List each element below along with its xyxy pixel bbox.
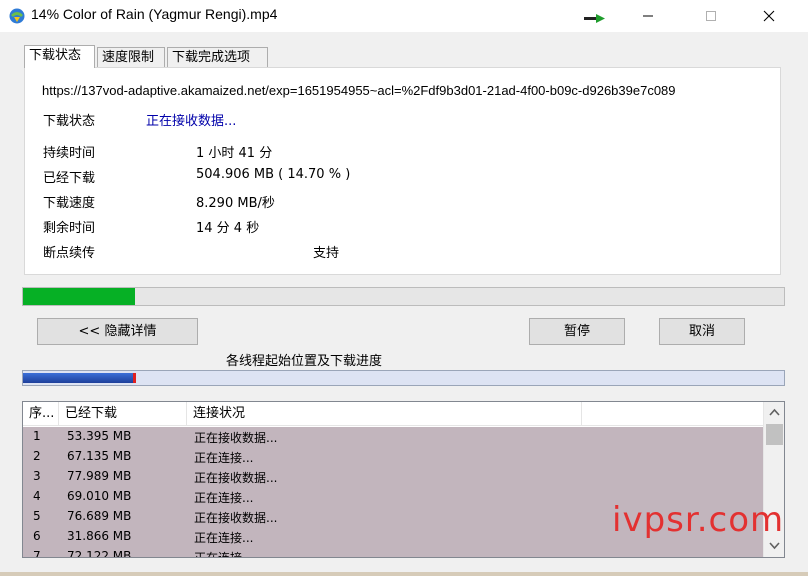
bottom-edge — [0, 572, 808, 576]
speed-value: 8.290 MB/秒 — [196, 196, 275, 211]
download-window: 14% Color of Rain (Yagmur Rengi).mp4 下载状… — [0, 0, 808, 576]
list-item[interactable]: 7 72.122 MB 正在连接... — [23, 547, 763, 558]
duration-label: 持续时间 — [43, 146, 96, 161]
app-icon — [9, 8, 25, 24]
maximize-icon — [706, 11, 716, 21]
minimize-button[interactable] — [625, 0, 671, 32]
resume-label: 断点续传 — [43, 246, 96, 261]
cell-status: 正在连接... — [194, 531, 254, 545]
cell-downloaded: 72.122 MB — [67, 549, 132, 558]
maximize-button[interactable] — [688, 0, 734, 32]
cell-status: 正在连接... — [194, 451, 254, 465]
window-title: 14% Color of Rain (Yagmur Rengi).mp4 — [31, 6, 278, 22]
downloaded-value: 504.906 MB ( 14.70 % ) — [196, 167, 351, 182]
cell-index: 7 — [33, 549, 41, 558]
resume-value: 支持 — [313, 246, 340, 261]
cell-downloaded: 67.135 MB — [67, 449, 132, 463]
scroll-up-icon[interactable] — [769, 408, 780, 416]
tab-speed-limit[interactable]: 速度限制 — [97, 47, 165, 68]
hide-details-button[interactable]: << 隐藏详情 — [37, 318, 198, 345]
list-item[interactable]: 3 77.989 MB 正在接收数据... — [23, 467, 763, 487]
cell-index: 4 — [33, 489, 41, 503]
close-icon — [763, 10, 775, 22]
status-arrow-icon — [584, 14, 605, 23]
speed-label: 下载速度 — [43, 196, 96, 211]
duration-value: 1 小时 41 分 — [196, 146, 273, 161]
list-item[interactable]: 1 53.395 MB 正在接收数据... — [23, 427, 763, 447]
cell-index: 6 — [33, 529, 41, 543]
remaining-value: 14 分 4 秒 — [196, 221, 260, 236]
tab-download-status[interactable]: 下载状态 — [24, 45, 95, 68]
remaining-label: 剩余时间 — [43, 221, 96, 236]
status-value: 正在接收数据... — [146, 114, 237, 129]
column-header-extra[interactable] — [582, 402, 763, 426]
cell-status: 正在接收数据... — [194, 431, 278, 445]
download-progress-fill — [23, 288, 135, 305]
watermark: ivpsr.com — [612, 500, 785, 540]
cell-status: 正在接收数据... — [194, 511, 278, 525]
list-item[interactable]: 2 67.135 MB 正在连接... — [23, 447, 763, 467]
list-header: 序... 已经下载 连接状况 — [23, 402, 763, 426]
status-panel: https://137vod-adaptive.akamaized.net/ex… — [24, 67, 781, 275]
cell-status: 正在接收数据... — [194, 471, 278, 485]
pause-button[interactable]: 暂停 — [529, 318, 625, 345]
cell-status: 正在连接... — [194, 551, 254, 558]
threads-caption: 各线程起始位置及下载进度 — [226, 354, 383, 369]
cell-index: 2 — [33, 449, 41, 463]
close-button[interactable] — [746, 0, 792, 32]
thread-progress-bar — [22, 370, 785, 386]
scroll-down-icon[interactable] — [769, 542, 780, 550]
download-url: https://137vod-adaptive.akamaized.net/ex… — [42, 83, 676, 98]
cell-downloaded: 31.866 MB — [67, 529, 132, 543]
cell-downloaded: 76.689 MB — [67, 509, 132, 523]
thread-progress-marker — [132, 373, 136, 383]
cell-index: 3 — [33, 469, 41, 483]
cell-index: 1 — [33, 429, 41, 443]
downloaded-label: 已经下载 — [43, 171, 96, 186]
thread-progress-fill — [23, 373, 135, 383]
cell-downloaded: 69.010 MB — [67, 489, 132, 503]
scrollbar-thumb[interactable] — [766, 424, 783, 445]
cell-status: 正在连接... — [194, 491, 254, 505]
cancel-button[interactable]: 取消 — [659, 318, 745, 345]
column-header-status[interactable]: 连接状况 — [187, 402, 582, 426]
download-progress-bar — [22, 287, 785, 306]
minimize-icon — [643, 15, 653, 17]
cell-downloaded: 77.989 MB — [67, 469, 132, 483]
title-bar: 14% Color of Rain (Yagmur Rengi).mp4 — [0, 0, 808, 32]
tab-completion-options[interactable]: 下载完成选项 — [167, 47, 268, 68]
column-header-index[interactable]: 序... — [23, 402, 59, 426]
status-label: 下载状态 — [43, 114, 96, 129]
column-header-downloaded[interactable]: 已经下载 — [59, 402, 187, 426]
cell-downloaded: 53.395 MB — [67, 429, 132, 443]
cell-index: 5 — [33, 509, 41, 523]
